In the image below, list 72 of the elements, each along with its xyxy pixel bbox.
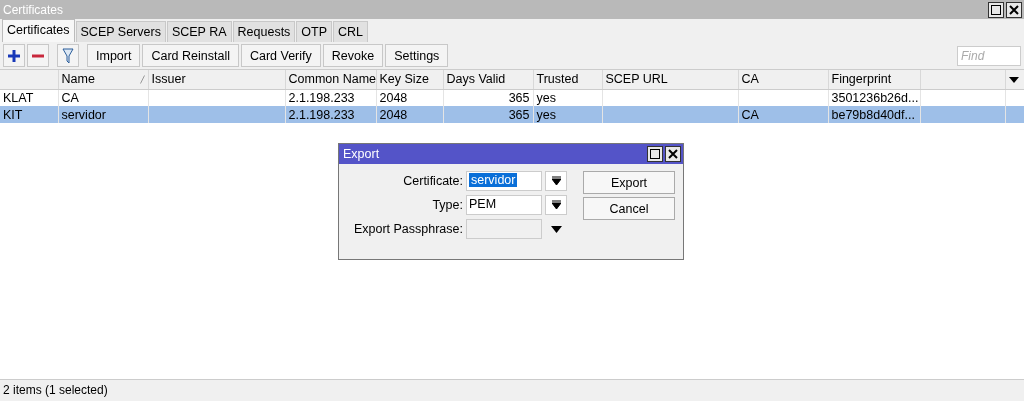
column-label: Key Size [379,72,429,87]
add-button[interactable] [3,44,25,67]
maximize-icon [991,4,1001,15]
funnel-icon [62,47,74,64]
window-title: Certificates [3,2,64,17]
dropdown-arrow-icon [551,200,561,210]
table-cell: 3501236b26d... [831,90,919,105]
table-cell: 365 [508,90,530,105]
table-cell: servidor [61,107,106,122]
input-field[interactable]: PEM [466,195,542,215]
table-cell: 365 [508,107,530,122]
table-cell: 2.1.198.233 [288,90,355,105]
toolbar-button[interactable]: Settings [385,44,449,67]
search-field[interactable]: Find [957,45,1021,66]
table-cell: yes [536,107,556,122]
table-cell: 2048 [379,107,408,122]
toolbar-button[interactable]: Card Verify [240,44,321,67]
dropdown-arrow-icon [550,225,562,233]
table-cell: KLAT [3,90,34,105]
table-cell: CA [61,90,79,105]
toolbar-button[interactable]: Card Reinstall [142,44,239,67]
column-label: Name [61,72,95,87]
table-cell: yes [536,90,556,105]
maximize-button[interactable] [647,146,663,162]
column-header[interactable]: Fingerprint [828,70,920,89]
field-label: Type: [431,198,463,212]
tab[interactable]: SCEP Servers [75,21,166,42]
column-header[interactable]: SCEP URL [602,70,738,89]
column-label: Trusted [536,72,579,87]
field-label: Certificate: [402,174,463,188]
table-cell: CA [741,107,759,122]
table-row[interactable]: KIT servidor 2.1.198.233 2048 365 yes CA be79b8d40df... [0,106,1024,123]
column-label: Issuer [151,72,186,87]
remove-button[interactable] [27,44,49,67]
dialog-button[interactable]: Export [583,171,675,194]
dropdown-arrow-icon [1008,77,1019,84]
dialog-title: Export [343,147,380,161]
column-header[interactable]: CA [738,70,828,89]
column-header[interactable]: Trusted [533,70,602,89]
close-button[interactable] [1006,1,1022,18]
tab[interactable]: SCEP RA [166,21,232,42]
maximize-icon [650,149,660,159]
toolbar-button[interactable]: Import [87,44,141,67]
table-cell: be79b8d40df... [831,107,915,122]
table-cell: KIT [3,107,23,122]
column-header[interactable]: Issuer [148,70,285,89]
toolbar-button[interactable]: Revoke [322,44,384,67]
tab[interactable]: OTP [296,21,333,42]
column-label: Fingerprint [831,72,892,87]
dialog-button[interactable]: Cancel [583,197,675,220]
dropdown-arrow-icon [551,176,561,186]
column-label: Days Valid [446,72,506,87]
maximize-button[interactable] [988,1,1004,18]
dropdown-button[interactable] [545,195,567,215]
tab[interactable]: Requests [232,21,296,42]
close-icon [668,149,678,159]
table-cell: 2048 [379,90,408,105]
filter-button[interactable] [57,44,79,67]
close-button[interactable] [665,146,681,162]
table-cell: 2.1.198.233 [288,107,355,122]
dropdown-button[interactable] [545,171,567,191]
tab[interactable]: Certificates [2,19,75,42]
input-field[interactable]: servidor [466,171,542,191]
column-header[interactable]: Key Size [376,70,443,89]
column-header[interactable]: Days Valid [443,70,533,89]
column-label: CA [741,72,759,87]
column-header[interactable]: Name [58,70,148,89]
field-label: Export Passphrase: [352,222,463,236]
column-label: SCEP URL [605,72,668,87]
tab[interactable]: CRL [333,21,369,42]
close-icon [1009,4,1019,15]
plus-icon [7,48,21,63]
